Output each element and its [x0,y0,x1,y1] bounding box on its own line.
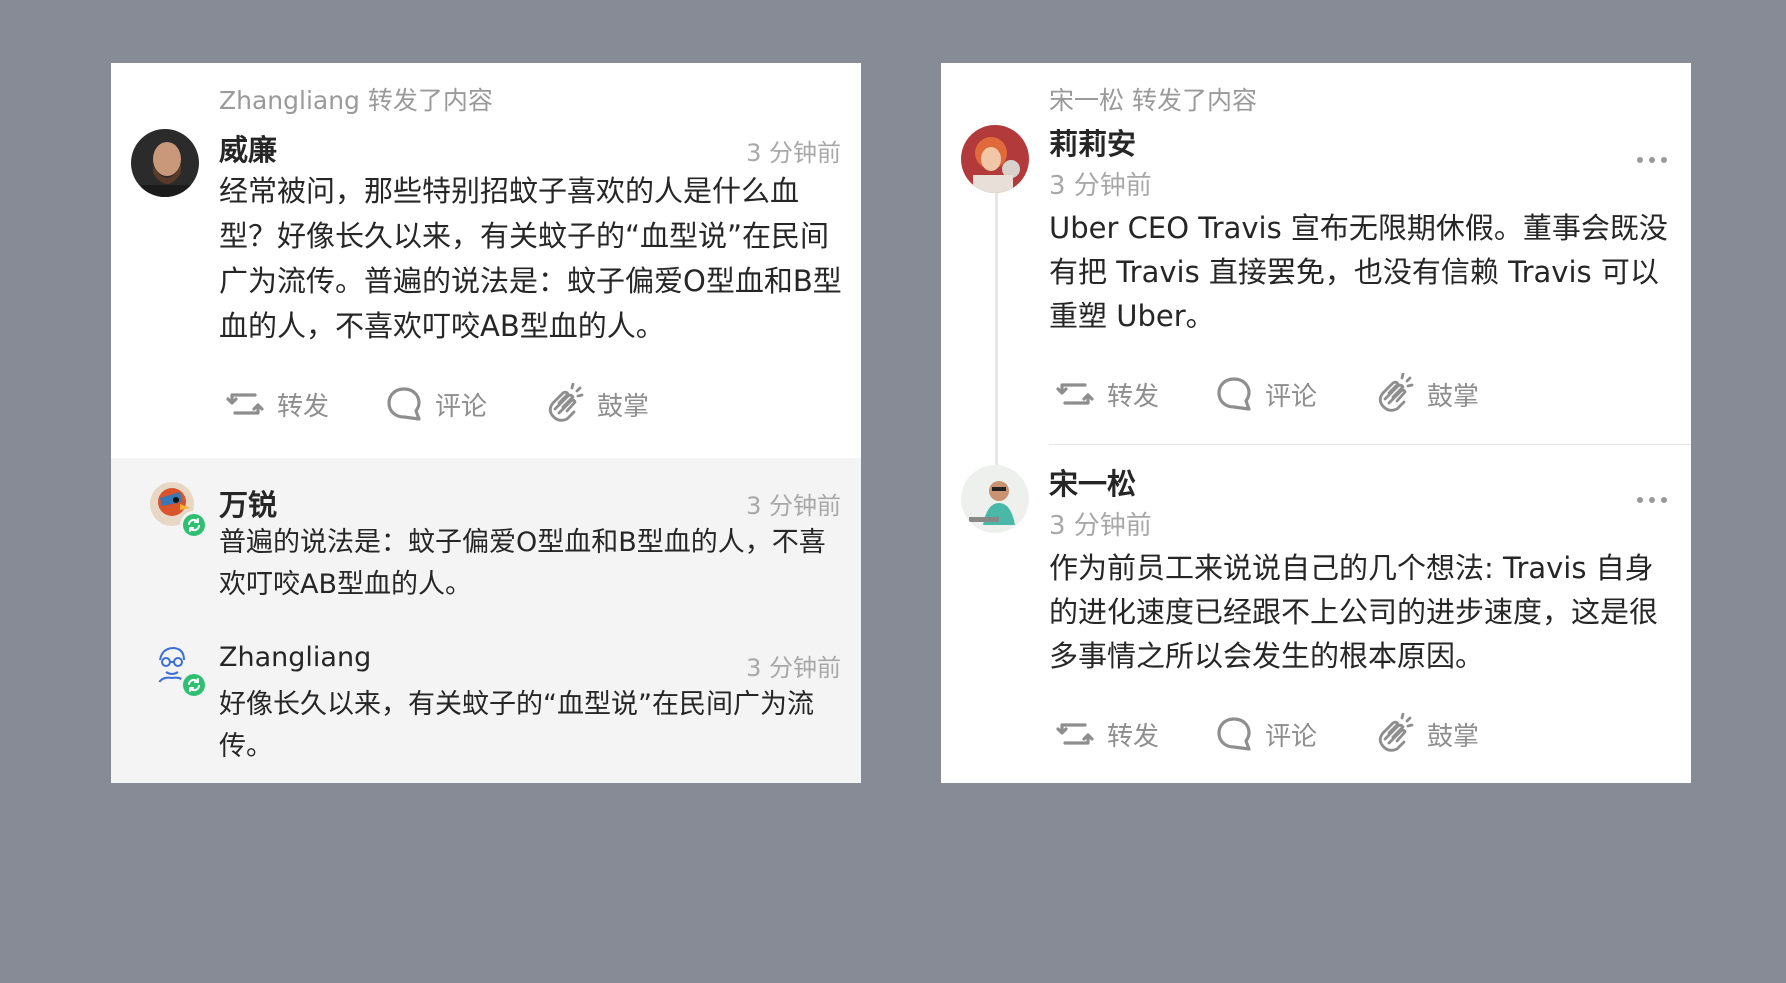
reply-content: 好像长久以来，有关蚊子的“血型说”在民间广为流传。 [219,689,814,762]
clap-label: 鼓掌 [1427,381,1480,412]
post-time: 3 分钟前 [1049,171,1152,201]
repost-card-left: Zhangliang 转发了内容 威廉 3 分钟前 经常被问，那些特别招蚊子喜欢… [111,63,861,783]
post-time: 3 分钟前 [746,139,841,167]
more-icon[interactable] [1637,497,1667,503]
author-name[interactable]: 莉莉安 [1049,121,1136,163]
repost-icon [1055,716,1095,752]
avatar[interactable] [961,125,1029,193]
avatar[interactable] [131,129,199,197]
repost-badge-icon [180,671,208,699]
comment-button[interactable]: 评论 [1215,715,1317,753]
repost-label: 转发 [277,391,330,422]
clap-button[interactable]: 鼓掌 [1373,713,1479,755]
comment-icon [1215,715,1253,753]
comment-icon [385,385,423,423]
clap-icon [1373,373,1415,415]
repost-icon [225,386,265,422]
comment-button[interactable]: 评论 [385,385,487,423]
clap-button[interactable]: 鼓掌 [543,383,649,425]
reply-content: 普遍的说法是：蚊子偏爱O型血和B型血的人，不喜欢叮咬AB型血的人。 [219,527,826,600]
post-content: 作为前员工来说说自己的几个想法: Travis 自身的进化速度已经跟不上公司的进… [1049,551,1659,673]
reply-time: 3 分钟前 [746,654,841,682]
clap-label: 鼓掌 [1427,721,1480,752]
repost-label: 转发 [1107,381,1160,412]
comment-label: 评论 [1265,721,1318,752]
comment-label: 评论 [435,391,488,422]
divider [1049,444,1691,445]
reply-author[interactable]: Zhangliang [219,642,371,673]
repost-label: 转发 [1107,721,1160,752]
reply-author[interactable]: 万锐 [219,482,277,524]
repost-button[interactable]: 转发 [1055,716,1159,753]
post-actions: 转发 评论 鼓掌 [1055,373,1479,415]
repost-button[interactable]: 转发 [225,386,329,423]
post-actions: 转发 评论 鼓掌 [1055,713,1479,755]
repost-icon [1055,376,1095,412]
post-content: 经常被问，那些特别招蚊子喜欢的人是什么血型？好像长久以来，有关蚊子的“血型说”在… [219,174,842,343]
post-actions: 转发 评论 鼓掌 [225,383,649,425]
author-name[interactable]: 威廉 [219,127,277,169]
clap-icon [543,383,585,425]
repost-badge-icon [180,511,208,539]
comment-label: 评论 [1265,381,1318,412]
more-icon[interactable] [1637,157,1667,163]
reposter-line: 宋一松 转发了内容 [1049,86,1257,115]
comment-button[interactable]: 评论 [1215,375,1317,413]
clap-icon [1373,713,1415,755]
repost-button[interactable]: 转发 [1055,376,1159,413]
avatar[interactable] [961,465,1029,533]
author-name[interactable]: 宋一松 [1049,461,1136,503]
post-content: Uber CEO Travis 宣布无限期休假。董事会既没有把 Travis 直… [1049,211,1668,333]
reply-time: 3 分钟前 [746,492,841,520]
repost-card-right: 宋一松 转发了内容 莉莉安 3 分钟前 Uber CEO Travis 宣布无限… [941,63,1691,783]
reply-thread: 万锐 3 分钟前 普遍的说法是：蚊子偏爱O型血和B型血的人，不喜欢叮咬AB型血的… [111,458,861,783]
comment-icon [1215,375,1253,413]
clap-label: 鼓掌 [597,391,650,422]
clap-button[interactable]: 鼓掌 [1373,373,1479,415]
post-time: 3 分钟前 [1049,511,1152,541]
reposter-line: Zhangliang 转发了内容 [219,86,493,115]
